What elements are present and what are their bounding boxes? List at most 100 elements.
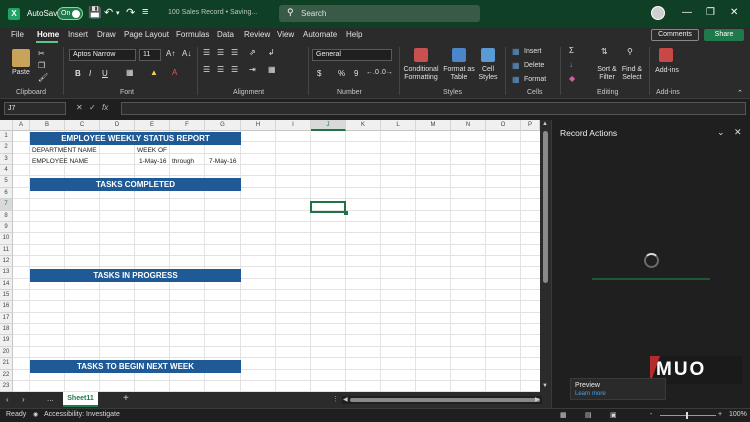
autosum-icon[interactable]: Σ xyxy=(569,46,574,55)
column-header[interactable]: E xyxy=(135,120,170,131)
next-sheet-icon[interactable]: › xyxy=(22,395,25,404)
column-header[interactable]: C xyxy=(65,120,100,131)
font-size-select[interactable]: 11 xyxy=(139,49,161,61)
horizontal-scroll-thumb[interactable] xyxy=(350,398,540,402)
find-select-icon[interactable]: ⚲ xyxy=(627,47,633,56)
accessibility-status[interactable]: Accessibility: Investigate xyxy=(44,411,120,418)
page-layout-view-icon[interactable]: ▤ xyxy=(585,411,592,419)
cell-styles-icon[interactable] xyxy=(481,48,495,62)
insert-cells-icon[interactable]: ▦ xyxy=(512,47,520,56)
tab-home[interactable]: Home xyxy=(37,30,59,39)
column-header[interactable]: J xyxy=(311,120,346,131)
font-name-select[interactable]: Aptos Narrow xyxy=(69,49,136,61)
add-ins-icon[interactable] xyxy=(659,48,673,62)
cancel-icon[interactable]: ✕ xyxy=(76,103,83,112)
select-all-corner[interactable] xyxy=(0,120,13,131)
row-header[interactable]: 21 xyxy=(0,358,13,370)
row-header[interactable]: 13 xyxy=(0,267,13,279)
font-color-icon[interactable]: A xyxy=(172,68,177,77)
zoom-out-button[interactable]: - xyxy=(650,411,652,418)
normal-view-icon[interactable]: ▦ xyxy=(560,411,567,419)
pane-options-icon[interactable]: ⌄ xyxy=(717,127,725,138)
customize-toolbar-icon[interactable]: ≡ xyxy=(142,6,148,18)
add-ins-button[interactable]: Add-ins xyxy=(654,67,680,75)
prev-sheet-icon[interactable]: ‹ xyxy=(6,395,9,404)
page-break-view-icon[interactable]: ▣ xyxy=(610,411,617,419)
selected-cell-j7[interactable] xyxy=(310,201,348,215)
italic-button[interactable]: I xyxy=(89,69,91,78)
paste-icon[interactable] xyxy=(12,49,30,67)
tab-insert[interactable]: Insert xyxy=(68,30,88,39)
format-painter-icon[interactable]: 🖌 xyxy=(38,73,48,82)
row-header[interactable]: 3 xyxy=(0,153,13,166)
tab-formulas[interactable]: Formulas xyxy=(176,30,209,39)
spreadsheet-grid[interactable]: A B C D E F G H I J K L M N O P 12345678… xyxy=(0,120,540,392)
align-center-icon[interactable]: ☰ xyxy=(217,65,224,74)
add-sheet-button[interactable]: + xyxy=(123,393,129,404)
row-header[interactable]: 23 xyxy=(0,380,13,392)
save-icon[interactable]: 💾 xyxy=(88,6,102,19)
fx-button[interactable]: fx xyxy=(102,103,108,112)
scroll-right-icon[interactable]: ▶ xyxy=(535,396,540,403)
more-sheets-button[interactable]: ... xyxy=(47,394,54,403)
row-header[interactable]: 5 xyxy=(0,176,13,188)
search-box[interactable]: ⚲ Search xyxy=(279,5,480,22)
percent-button[interactable]: % xyxy=(338,69,345,78)
row-header[interactable]: 11 xyxy=(0,244,13,256)
tab-automate[interactable]: Automate xyxy=(303,30,337,39)
zoom-level[interactable]: 100% xyxy=(729,411,747,418)
tab-page-layout[interactable]: Page Layout xyxy=(124,30,169,39)
scroll-down-icon[interactable]: ▼ xyxy=(542,383,548,389)
column-header[interactable]: I xyxy=(276,120,311,131)
insert-cells-button[interactable]: Insert xyxy=(524,48,542,56)
row-header[interactable]: 17 xyxy=(0,312,13,325)
row-header[interactable]: 2 xyxy=(0,142,13,154)
column-header[interactable]: G xyxy=(205,120,241,131)
bold-button[interactable]: B xyxy=(75,69,81,78)
accessibility-icon[interactable]: ◉ xyxy=(33,411,38,418)
shrink-font-icon[interactable]: A↓ xyxy=(182,49,191,58)
column-header[interactable]: A xyxy=(13,120,30,131)
align-right-icon[interactable]: ☰ xyxy=(231,65,238,74)
tab-review[interactable]: Review xyxy=(244,30,270,39)
grow-font-icon[interactable]: A↑ xyxy=(166,49,175,58)
align-left-icon[interactable]: ☰ xyxy=(203,65,210,74)
undo-dropdown-icon[interactable]: ▾ xyxy=(116,9,120,17)
row-header[interactable]: 19 xyxy=(0,335,13,347)
column-header[interactable]: F xyxy=(170,120,205,131)
close-icon[interactable]: ✕ xyxy=(730,7,738,18)
column-header[interactable]: N xyxy=(451,120,486,131)
row-header[interactable]: 10 xyxy=(0,233,13,245)
underline-button[interactable]: U xyxy=(102,69,108,78)
tab-help[interactable]: Help xyxy=(346,30,362,39)
number-format-select[interactable]: General xyxy=(312,49,392,61)
user-avatar[interactable] xyxy=(651,6,665,20)
learn-more-link[interactable]: Learn more xyxy=(575,391,606,397)
indent-icon[interactable]: ⇥ xyxy=(249,65,256,74)
borders-icon[interactable]: ▦ xyxy=(126,68,134,77)
column-header[interactable]: D xyxy=(100,120,135,131)
row-header[interactable]: 1 xyxy=(0,131,13,143)
cell-styles-button[interactable]: Cell Styles xyxy=(476,66,500,82)
column-header[interactable]: O xyxy=(486,120,521,131)
autosave-toggle[interactable]: On xyxy=(57,7,83,20)
share-button[interactable]: Share xyxy=(704,29,744,41)
delete-cells-icon[interactable]: ▦ xyxy=(512,61,520,70)
copy-icon[interactable]: ❐ xyxy=(38,61,45,70)
orientation-icon[interactable]: ⇗ xyxy=(249,48,256,57)
redo-icon[interactable]: ↷ xyxy=(126,6,135,19)
tab-draw[interactable]: Draw xyxy=(97,30,116,39)
zoom-in-button[interactable]: + xyxy=(718,411,722,418)
conditional-formatting-button[interactable]: Conditional Formatting xyxy=(402,66,440,82)
align-bottom-icon[interactable]: ☰ xyxy=(231,48,238,57)
column-header[interactable]: M xyxy=(416,120,451,131)
zoom-slider[interactable] xyxy=(660,415,716,416)
sheet-tab-active[interactable]: Sheet11 xyxy=(63,392,98,407)
clear-icon[interactable]: ◆ xyxy=(569,74,575,83)
fill-color-icon[interactable]: ▲ xyxy=(150,68,158,77)
cut-icon[interactable]: ✂ xyxy=(38,49,45,58)
fill-icon[interactable]: ↓ xyxy=(569,60,573,69)
row-header[interactable]: 4 xyxy=(0,165,13,177)
format-cells-button[interactable]: Format xyxy=(524,76,546,84)
minimize-icon[interactable]: — xyxy=(682,7,692,18)
